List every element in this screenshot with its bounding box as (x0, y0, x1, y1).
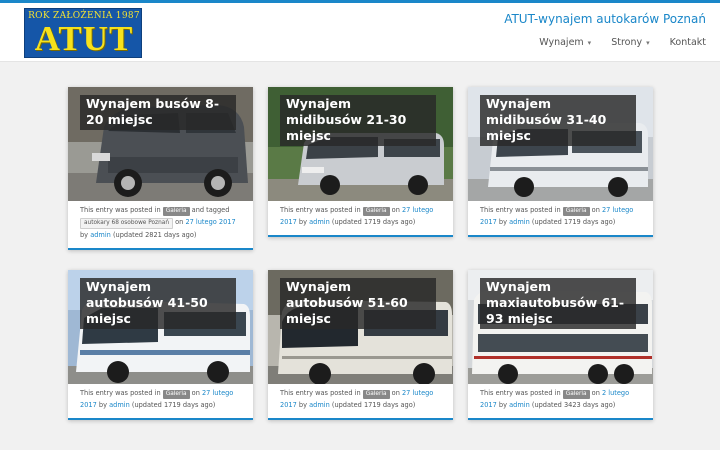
post-title[interactable]: Wynajem autobusów 51-60 miejsc (280, 278, 436, 329)
post-card: Wynajem autobusów 41-50 miejsc This entr… (68, 270, 253, 420)
nav-item-wynajem[interactable]: Wynajem ▾ (539, 37, 591, 48)
post-card: Wynajem autobusów 51-60 miejsc This entr… (268, 270, 453, 420)
post-thumbnail[interactable]: Wynajem midibusów 21-30 miejsc (268, 87, 453, 201)
by-text: by (498, 401, 507, 409)
post-title[interactable]: Wynajem busów 8-20 miejsc (80, 95, 236, 130)
post-card: Wynajem busów 8-20 miejsc This entry was… (68, 87, 253, 250)
post-meta: This entry was posted in Galeria on 27 l… (268, 384, 453, 418)
post-thumbnail[interactable]: Wynajem maxiautobusów 61-93 miejsc (468, 270, 653, 384)
updated-text: (updated 3423 days ago) (531, 401, 616, 409)
updated-text: (updated 1719 days ago) (331, 401, 416, 409)
tagged-text: and tagged (191, 206, 230, 214)
by-text: by (298, 218, 307, 226)
site-logo[interactable]: ROK ZAŁOŻENIA 1987 ATUT (24, 8, 142, 58)
author-link[interactable]: admin (109, 401, 130, 409)
post-meta: This entry was posted in Galeria and tag… (68, 201, 253, 248)
nav-item-label: Strony (611, 37, 643, 48)
category-badge[interactable]: Galeria (562, 207, 590, 216)
by-text: by (80, 231, 89, 239)
post-title[interactable]: Wynajem midibusów 21-30 miejsc (280, 95, 436, 146)
post-meta: This entry was posted in Galeria on 27 l… (68, 384, 253, 418)
updated-text: (updated 1719 days ago) (531, 218, 616, 226)
post-meta: This entry was posted in Galeria on 2 lu… (468, 384, 653, 418)
post-thumbnail[interactable]: Wynajem busów 8-20 miejsc (68, 87, 253, 201)
posted-prefix: This entry was posted in (280, 389, 361, 397)
on-text: on (591, 206, 600, 214)
post-title[interactable]: Wynajem midibusów 31-40 miejsc (480, 95, 636, 146)
posted-prefix: This entry was posted in (80, 389, 161, 397)
on-text: on (391, 389, 400, 397)
posted-prefix: This entry was posted in (80, 206, 161, 214)
by-text: by (98, 401, 107, 409)
nav-item-strony[interactable]: Strony ▾ (611, 37, 649, 48)
post-card: Wynajem midibusów 31-40 miejsc This entr… (468, 87, 653, 237)
updated-text: (updated 2821 days ago) (112, 231, 197, 239)
by-text: by (498, 218, 507, 226)
post-title[interactable]: Wynajem autobusów 41-50 miejsc (80, 278, 236, 329)
post-card: Wynajem maxiautobusów 61-93 miejsc This … (468, 270, 653, 420)
by-text: by (298, 401, 307, 409)
site-title[interactable]: ATUT-wynajem autokarów Poznań (504, 12, 706, 26)
tag-badge[interactable]: autokary 68 osobowe Poznań (80, 218, 173, 229)
post-card: Wynajem midibusów 21-30 miejsc This entr… (268, 87, 453, 237)
category-badge[interactable]: Galeria (162, 207, 190, 216)
logo-wordmark: ATUT (34, 19, 134, 58)
post-thumbnail[interactable]: Wynajem autobusów 51-60 miejsc (268, 270, 453, 384)
posted-prefix: This entry was posted in (480, 206, 561, 214)
nav-item-kontakt[interactable]: Kontakt (670, 37, 706, 48)
author-link[interactable]: admin (309, 401, 330, 409)
posted-prefix: This entry was posted in (280, 206, 361, 214)
posted-prefix: This entry was posted in (480, 389, 561, 397)
post-meta: This entry was posted in Galeria on 27 l… (268, 201, 453, 235)
chevron-down-icon: ▾ (587, 38, 592, 47)
author-link[interactable]: admin (309, 218, 330, 226)
on-text: on (175, 218, 184, 226)
category-badge[interactable]: Galeria (562, 390, 590, 399)
author-link[interactable]: admin (509, 218, 530, 226)
on-text: on (591, 389, 600, 397)
post-thumbnail[interactable]: Wynajem midibusów 31-40 miejsc (468, 87, 653, 201)
on-text: on (191, 389, 200, 397)
on-text: on (391, 206, 400, 214)
updated-text: (updated 1719 days ago) (131, 401, 216, 409)
author-link[interactable]: admin (90, 231, 111, 239)
updated-text: (updated 1719 days ago) (331, 218, 416, 226)
post-thumbnail[interactable]: Wynajem autobusów 41-50 miejsc (68, 270, 253, 384)
category-badge[interactable]: Galeria (362, 390, 390, 399)
post-title[interactable]: Wynajem maxiautobusów 61-93 miejsc (480, 278, 636, 329)
category-badge[interactable]: Galeria (162, 390, 190, 399)
author-link[interactable]: admin (509, 401, 530, 409)
post-meta: This entry was posted in Galeria on 27 l… (468, 201, 653, 235)
chevron-down-icon: ▾ (646, 38, 650, 47)
category-badge[interactable]: Galeria (362, 207, 390, 216)
main-nav: Wynajem ▾ Strony ▾ Kontakt (519, 37, 706, 48)
nav-item-label: Wynajem (539, 37, 584, 48)
post-date-link[interactable]: 27 lutego 2017 (185, 218, 235, 226)
site-header: ROK ZAŁOŻENIA 1987 ATUT ATUT-wynajem aut… (0, 3, 720, 62)
nav-item-label: Kontakt (669, 37, 706, 48)
